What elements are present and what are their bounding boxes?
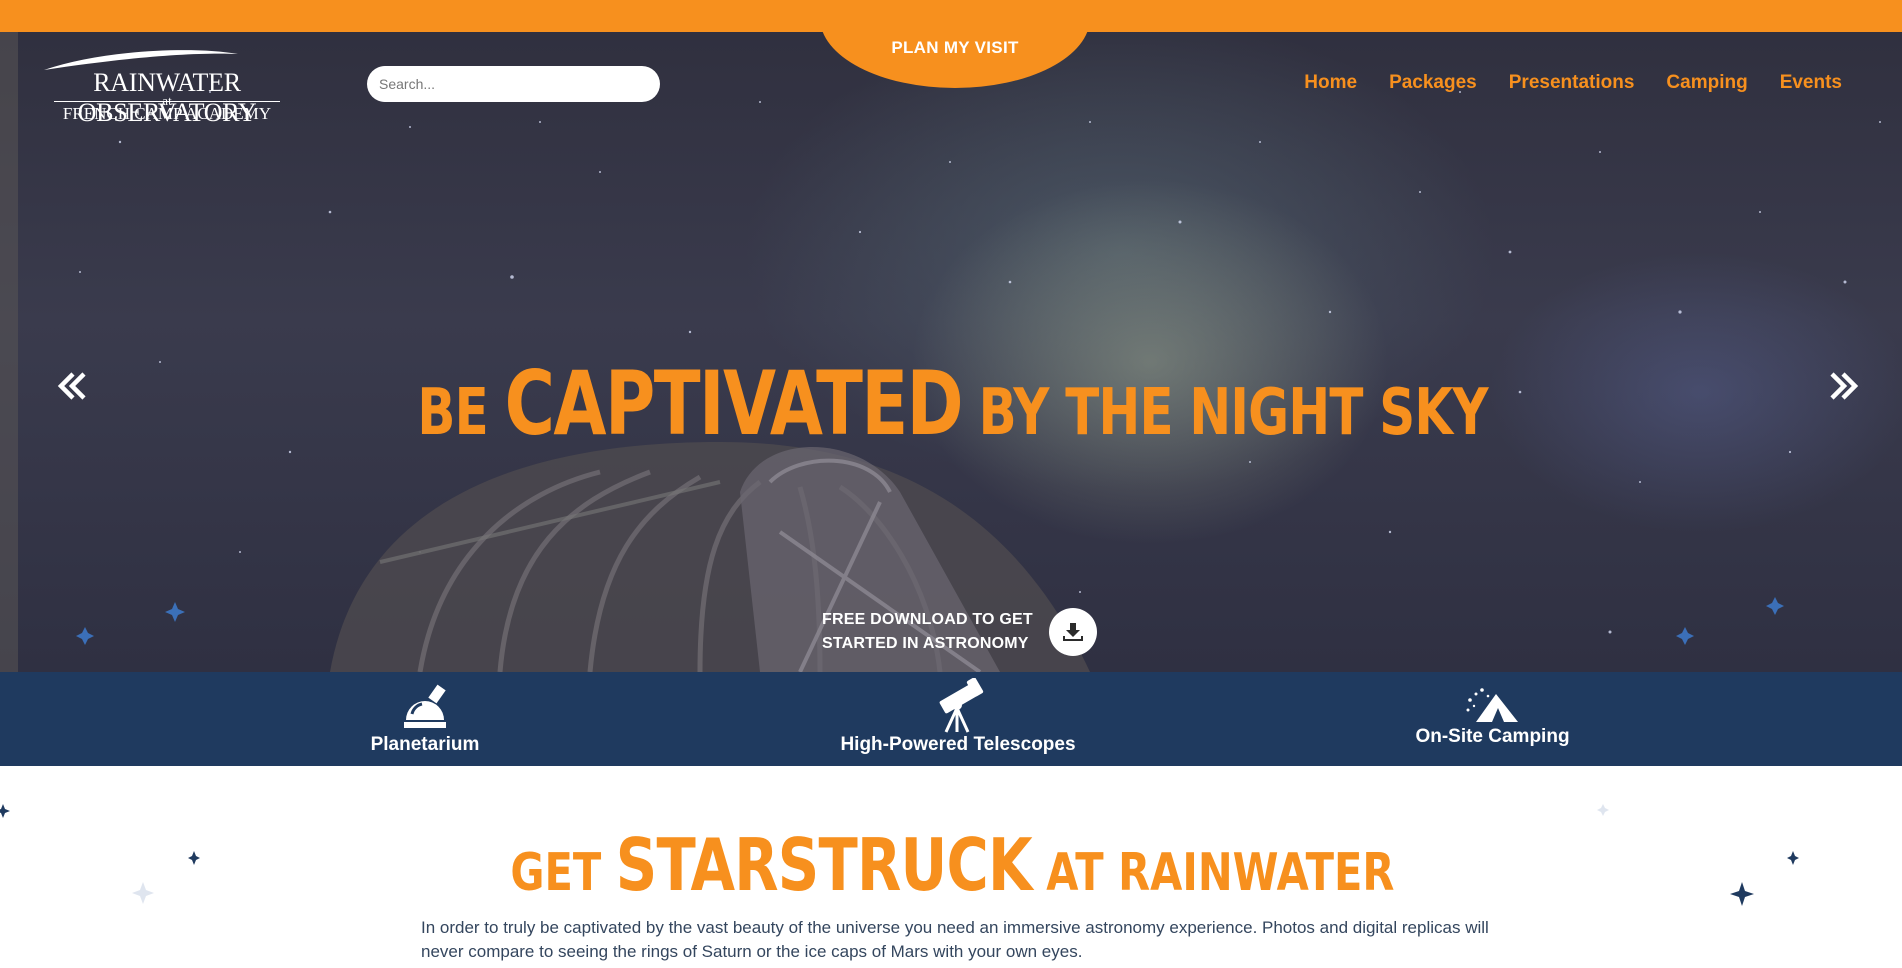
double-chevron-right-icon[interactable]: [1825, 368, 1861, 404]
free-download-text: FREE DOWNLOAD TO GET STARTED IN ASTRONOM…: [822, 608, 1033, 656]
feature-planetarium-label: Planetarium: [370, 734, 480, 755]
intro-body: In order to truly be captivated by the v…: [421, 918, 1489, 961]
free-download-line-1: FREE DOWNLOAD TO GET: [822, 611, 1033, 628]
features-band: Planetarium High-Powered Telescopes On-S…: [0, 672, 1902, 766]
hero-headline: BE CAPTIVATED BY THE NIGHT SKY: [211, 352, 1695, 455]
hero-headline-pre: BE: [417, 376, 505, 450]
intro-title-pre: GET: [510, 843, 616, 903]
logo-line-3: FRENCH CAMP ACADEMY: [62, 104, 272, 123]
intro-title-emphasis: STARSTRUCK: [615, 823, 1033, 907]
free-download-line-2: STARTED IN ASTRONOMY: [822, 635, 1029, 652]
download-button[interactable]: [1048, 608, 1097, 656]
telescope-icon: [939, 678, 984, 733]
nav-item-camping[interactable]: Camping: [1666, 72, 1747, 94]
logo-rule: [54, 101, 280, 102]
free-download-link[interactable]: FREE DOWNLOAD TO GET STARTED IN ASTRONOM…: [822, 608, 1097, 656]
download-icon: [1062, 623, 1083, 641]
nav-item-events[interactable]: Events: [1780, 72, 1842, 94]
feature-camping-label: On-Site Camping: [1415, 726, 1570, 747]
tent-icon: [1466, 688, 1518, 722]
feature-camping[interactable]: On-Site Camping: [1400, 672, 1585, 766]
nav-item-packages[interactable]: Packages: [1389, 72, 1477, 94]
intro-title-post: AT RAINWATER: [1031, 843, 1395, 903]
feature-telescopes[interactable]: High-Powered Telescopes: [818, 672, 1098, 766]
search-input[interactable]: [367, 66, 660, 102]
feature-telescopes-label: High-Powered Telescopes: [840, 734, 1076, 755]
observatory-logo[interactable]: RAINWATER OBSERVATORY at FRENCH CAMP ACA…: [14, 48, 320, 127]
intro-section: GET STARSTRUCK AT RAINWATER In order to …: [0, 766, 1902, 968]
main-nav: Home Packages Presentations Camping Even…: [1272, 72, 1842, 94]
nav-item-home[interactable]: Home: [1304, 72, 1357, 94]
feature-planetarium[interactable]: Planetarium: [335, 672, 515, 766]
nav-item-presentations[interactable]: Presentations: [1509, 72, 1635, 94]
double-chevron-left-icon[interactable]: [55, 368, 91, 404]
observatory-dome-icon: [404, 684, 446, 728]
intro-title: GET STARSTRUCK AT RAINWATER: [192, 823, 1714, 907]
hero-headline-emphasis: CAPTIVATED: [504, 352, 964, 455]
hero-headline-post: BY THE NIGHT SKY: [962, 376, 1489, 450]
